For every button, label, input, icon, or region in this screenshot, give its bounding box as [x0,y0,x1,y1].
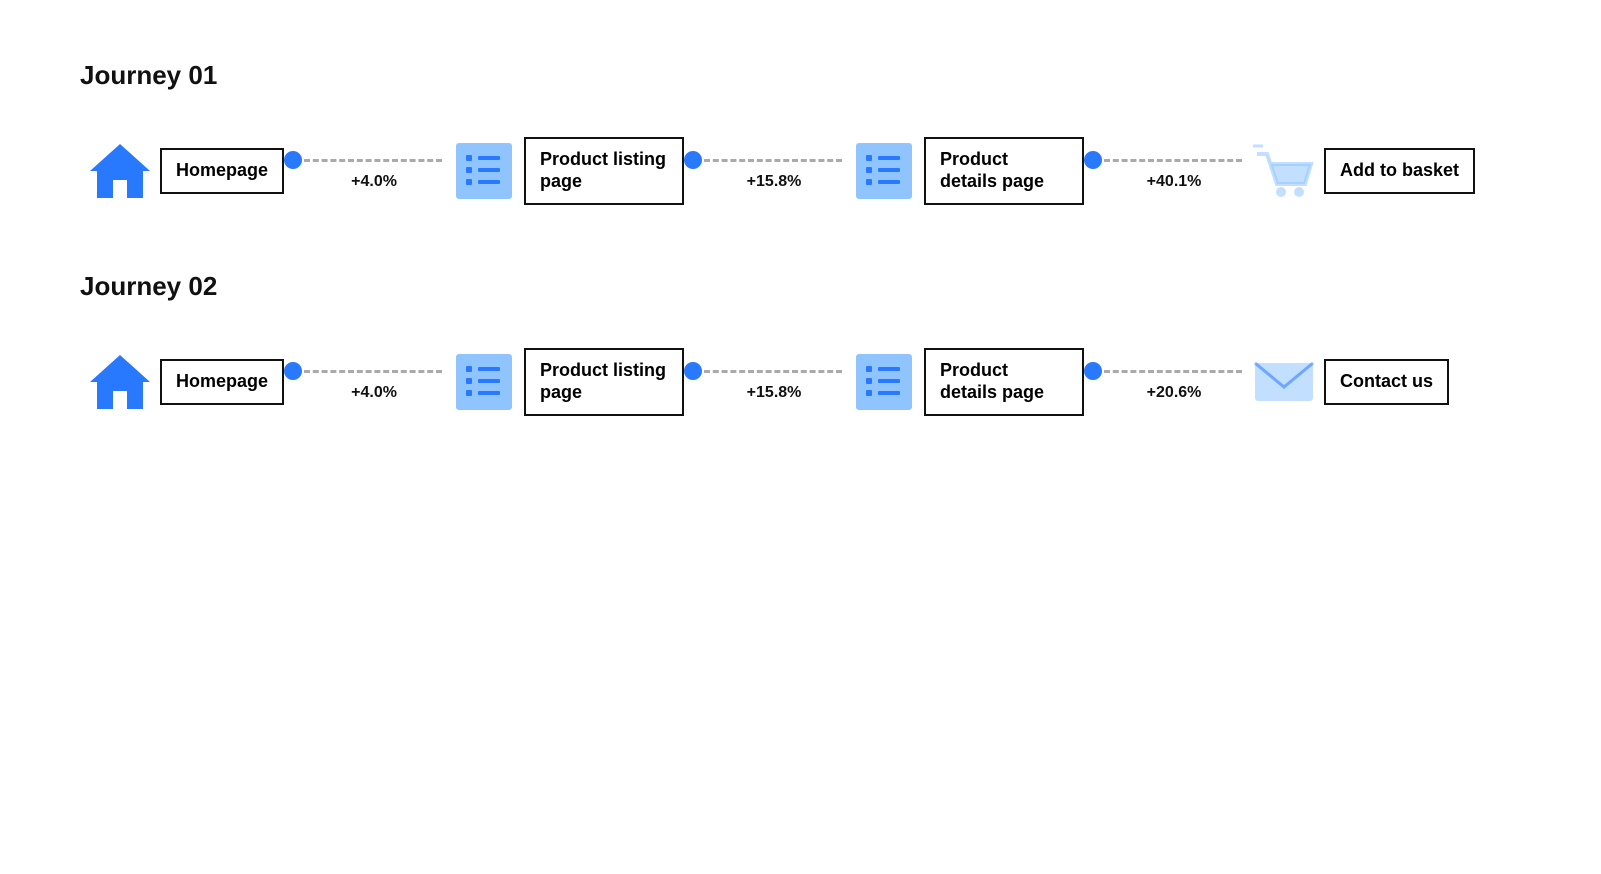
node-listing-2: Product listing page [444,342,684,422]
node-homepage-2: Homepage [80,342,284,422]
details-icon [844,342,924,422]
node-label-homepage-2: Homepage [160,359,284,405]
journey-title-2: Journey 02 [80,271,1521,302]
connector-dashes [1104,159,1242,162]
listing-icon [444,131,524,211]
connector-c2-2: +15.8% [684,362,844,402]
node-label-details-2: Product details page [924,348,1084,415]
connector-pct: +4.0% [284,384,444,402]
connector-line-row [1084,362,1244,380]
connector-c2-3: +20.6% [1084,362,1244,402]
connector-line-row [684,151,844,169]
connector-line-row [1084,151,1244,169]
node-basket-1: Add to basket [1244,131,1475,211]
home-icon [80,131,160,211]
connector-dashes [1104,370,1242,373]
connector-dashes [304,159,442,162]
journey-flow-2: Homepage +4.0% Product listing page +15.… [80,342,1521,422]
connector-dot [684,362,702,380]
connector-line-row [284,362,444,380]
connector-pct: +20.6% [1084,384,1244,402]
details-icon [844,131,924,211]
connector-pct: +15.8% [684,384,844,402]
connector-dashes [304,370,442,373]
connector-dashes [704,370,842,373]
node-label-homepage-1: Homepage [160,148,284,194]
node-details-2: Product details page [844,342,1084,422]
connector-pct: +15.8% [684,173,844,191]
connector-c2-1: +4.0% [284,362,444,402]
page-container: Journey 01 Homepage +4.0% Product listin… [0,0,1601,542]
connector-line-row [284,151,444,169]
node-label-contact-2: Contact us [1324,359,1449,405]
contact-icon [1244,342,1324,422]
connector-c1-3: +40.1% [1084,151,1244,191]
connector-c1-1: +4.0% [284,151,444,191]
listing-icon [444,342,524,422]
connector-dot [284,362,302,380]
connector-dot [284,151,302,169]
node-label-listing-2: Product listing page [524,348,684,415]
connector-dot [1084,362,1102,380]
journey-title-1: Journey 01 [80,60,1521,91]
connector-c1-2: +15.8% [684,151,844,191]
node-contact-2: Contact us [1244,342,1449,422]
connector-pct: +4.0% [284,173,444,191]
node-homepage-1: Homepage [80,131,284,211]
node-label-basket-1: Add to basket [1324,148,1475,194]
node-listing-1: Product listing page [444,131,684,211]
journey-section-1: Journey 01 Homepage +4.0% Product listin… [80,60,1521,211]
connector-line-row [684,362,844,380]
connector-pct: +40.1% [1084,173,1244,191]
home-icon [80,342,160,422]
connector-dot [684,151,702,169]
node-label-details-1: Product details page [924,137,1084,204]
node-label-listing-1: Product listing page [524,137,684,204]
connector-dot [1084,151,1102,169]
node-details-1: Product details page [844,131,1084,211]
connector-dashes [704,159,842,162]
journey-flow-1: Homepage +4.0% Product listing page +15.… [80,131,1521,211]
basket-icon [1244,131,1324,211]
journey-section-2: Journey 02 Homepage +4.0% Product listin… [80,271,1521,422]
